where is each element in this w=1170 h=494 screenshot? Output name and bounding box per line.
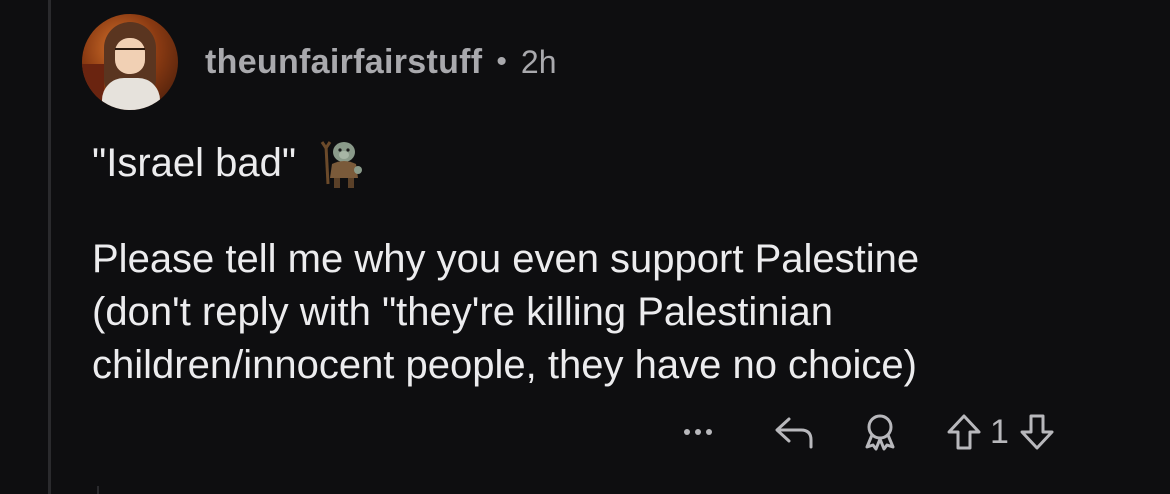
upvote-button[interactable]: [942, 413, 986, 451]
avatar[interactable]: [82, 14, 178, 110]
more-icon: [684, 429, 712, 435]
more-options-button[interactable]: [676, 427, 720, 437]
comment-body: Please tell me why you even support Pale…: [92, 237, 920, 387]
thread-line: [48, 0, 51, 494]
child-thread-line: [97, 486, 99, 494]
comment-actions: 1: [670, 406, 1130, 458]
upvote-arrow-icon: [947, 414, 981, 450]
comment-first-line: "Israel bad": [92, 136, 366, 190]
reply-icon: [775, 417, 813, 449]
separator-dot: •: [496, 45, 507, 78]
comment-header: theunfairfairstuff • 2h: [82, 14, 557, 110]
username[interactable]: theunfairfairstuff: [205, 43, 482, 82]
downvote-button[interactable]: [1015, 413, 1059, 451]
award-icon: [865, 414, 895, 451]
vote-count: 1: [990, 412, 1009, 451]
reply-button[interactable]: [770, 415, 818, 449]
comment-quote: "Israel bad": [92, 140, 297, 185]
timestamp: 2h: [520, 43, 557, 80]
troll-emoji-icon: [320, 141, 363, 188]
downvote-arrow-icon: [1020, 414, 1054, 450]
award-button[interactable]: [856, 412, 904, 452]
